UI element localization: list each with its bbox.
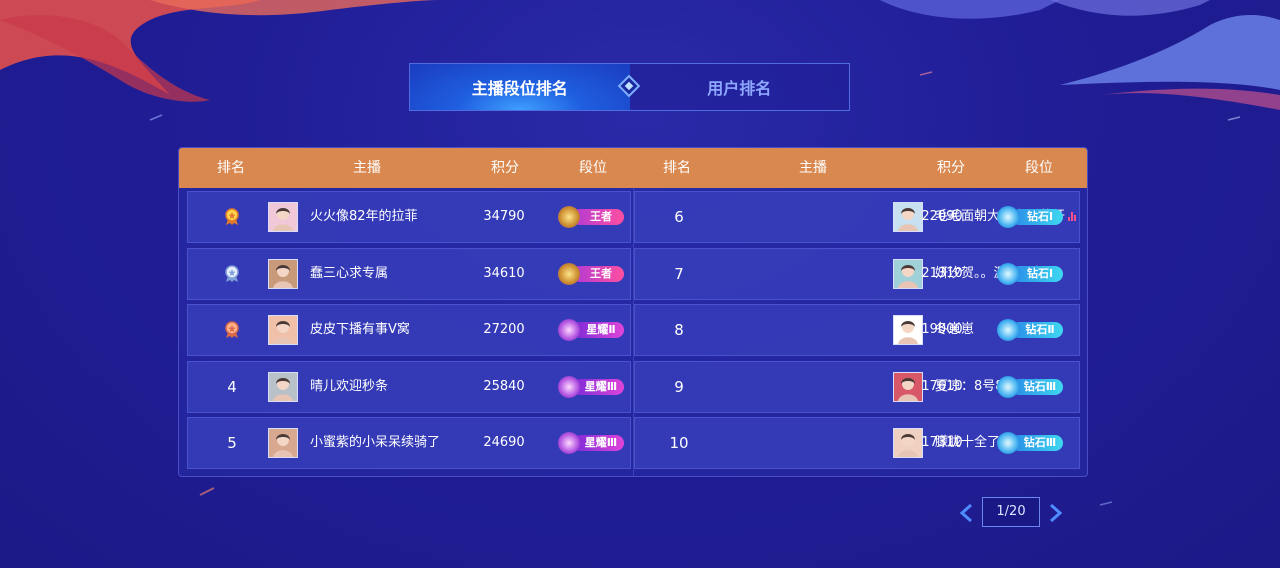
tier-badge: 钻石Ⅰ [997,206,1065,228]
score-value: 17610 [921,378,963,394]
header-rank-right: 排名 [663,160,691,176]
streamer-name[interactable]: 蠢三心求专属 [310,249,388,299]
pagination: 1/20 [958,497,1068,529]
streamer-name-text: 小蜜紫的小呆呆续骑了 [310,435,441,450]
score-value: 34610 [483,265,525,281]
rank-number: 5 [227,434,237,452]
header-score-left: 积分 [491,160,519,176]
header-streamer-right: 主播 [799,160,827,176]
table-row[interactable]: 5 小蜜紫的小呆呆续骑了 24690 星耀Ⅲ [187,417,631,469]
table-row[interactable]: 10 朦胧十全了美呢 17310 钻石Ⅲ [634,417,1080,469]
diamond-tier-emblem-icon [997,319,1019,341]
streamer-name-text: 皮皮下播有事V窝 [310,322,410,337]
score-value: 21310 [921,265,963,281]
table-row[interactable]: 4 晴儿欢迎秒条 25840 星耀Ⅲ [187,360,631,413]
rank-number: 10 [669,434,689,452]
tier-badge: 星耀Ⅲ [558,432,626,454]
silver-medal-icon [225,264,239,282]
avatar[interactable] [268,258,298,289]
diamond-tier-emblem-icon [997,432,1019,454]
king-tier-emblem-icon [558,262,580,285]
tier-badge: 钻石Ⅰ [997,262,1065,285]
live-signal-icon [1068,212,1077,221]
star-tier-emblem-icon [558,432,580,454]
header-rank-left: 排名 [217,160,245,176]
tier-badge: 星耀Ⅲ [558,375,626,398]
streamer-name[interactable]: 晴儿欢迎秒条 [310,362,388,412]
table-row[interactable]: 6毛毛面朝大海春暖花开22090钻石Ⅰ [634,191,1080,243]
table-header: 排名 主播 积分 段位 排名 主播 积分 段位 [179,148,1087,188]
gold-medal-icon [225,208,239,225]
ranking-tabs: 主播段位排名 用户排名 [409,63,850,111]
diamond-tier-emblem-icon [997,375,1019,398]
star-tier-emblem-icon [558,319,580,341]
avatar[interactable] [268,428,298,458]
header-tier-right: 段位 [1025,160,1053,176]
header-streamer-left: 主播 [353,160,381,176]
page-indicator: 1/20 [982,497,1040,527]
streamer-name[interactable]: 皮皮下播有事V窝 [310,305,410,355]
header-score-right: 积分 [937,160,965,176]
tier-badge: 钻石Ⅱ [997,319,1065,341]
tier-badge: 星耀Ⅱ [558,319,626,341]
table-row[interactable]: 8 冬崽崽 19000 钻石Ⅱ [634,304,1080,356]
streamer-name[interactable]: 火火像82年的拉菲 [310,192,418,242]
score-value: 34790 [483,209,525,224]
tier-badge: 钻石Ⅲ [997,375,1065,398]
diamond-tier-emblem-icon [997,206,1019,228]
chevron-left-icon[interactable] [958,503,976,523]
tier-badge: 王者 [558,206,626,228]
king-tier-emblem-icon [558,206,580,228]
score-value: 27200 [483,322,525,337]
streamer-name-text: 火火像82年的拉菲 [310,209,418,224]
rank-number: 8 [674,321,684,339]
score-value: 17310 [921,435,963,450]
star-tier-emblem-icon [558,375,580,398]
table-row[interactable]: 火火像82年的拉菲 34790 王者 [187,191,631,243]
score-value: 22090 [921,209,963,224]
table-row[interactable]: 7 妍汐贺。。源少回归 21310 钻石Ⅰ [634,247,1080,300]
rank-number: 9 [674,377,684,396]
rank-number: 6 [674,208,684,226]
tier-badge: 钻石Ⅲ [997,432,1065,454]
bronze-medal-icon [225,321,239,338]
rank-number: 4 [227,377,237,396]
header-tier-left: 段位 [579,160,607,176]
streamer-name-text: 蠢三心求专属 [310,265,389,281]
ranking-board: 排名 主播 积分 段位 排名 主播 积分 段位 火火像82年的拉菲 34790 王者… [178,147,1088,477]
streamer-name[interactable]: 小蜜紫的小呆呆续骑了 [310,418,440,468]
diamond-tier-emblem-icon [997,262,1019,285]
tier-badge: 王者 [558,262,626,285]
table-row[interactable]: 9 夏凉：8号8点庆生哟 17610 钻石Ⅲ [634,360,1080,413]
score-value: 25840 [483,378,525,394]
tab-user-ranking[interactable]: 用户排名 [629,64,849,110]
table-row[interactable]: 蠢三心求专属 34610 王者 [187,247,631,300]
table-row[interactable]: 皮皮下播有事V窝 27200 星耀Ⅱ [187,304,631,356]
score-value: 19000 [921,322,963,337]
chevron-right-icon[interactable] [1046,503,1064,523]
rank-number: 7 [674,264,684,283]
tab-streamer-tier-ranking[interactable]: 主播段位排名 [410,64,630,110]
avatar[interactable] [268,371,298,402]
avatar[interactable] [268,202,298,232]
score-value: 24690 [483,435,525,450]
streamer-name-text: 晴儿欢迎秒条 [310,378,389,394]
avatar[interactable] [268,315,298,345]
